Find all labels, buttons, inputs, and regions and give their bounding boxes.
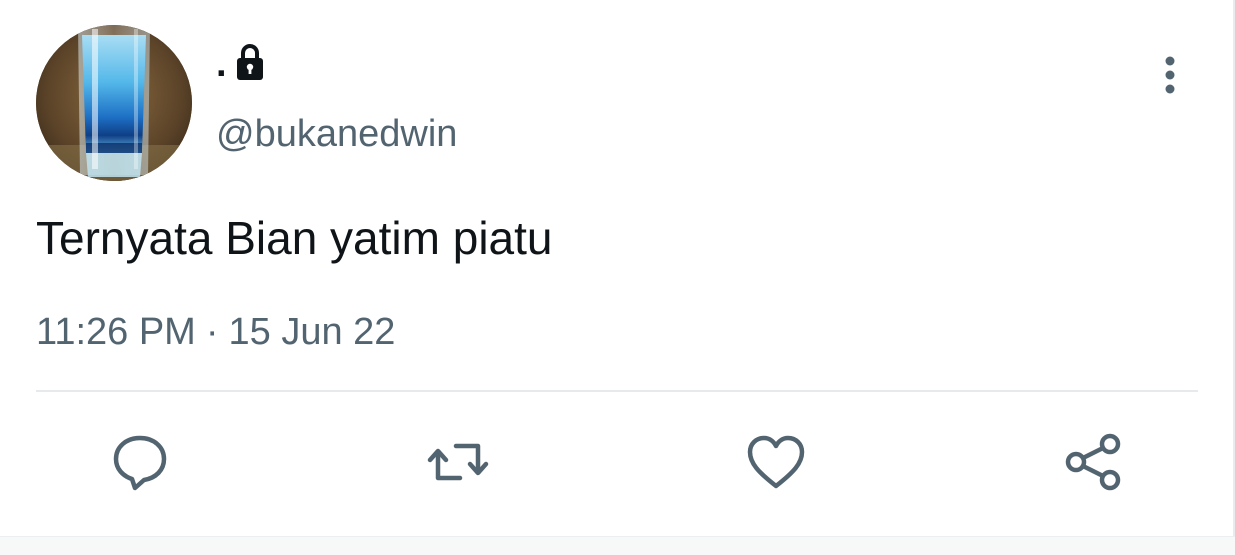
tweet-time: 11:26 PM xyxy=(36,311,196,353)
display-name-row: . xyxy=(216,40,265,84)
tweet-text: Ternyata Bian yatim piatu xyxy=(36,212,553,264)
divider xyxy=(36,390,1198,392)
meta-separator: · xyxy=(205,311,219,353)
like-button[interactable] xyxy=(744,430,808,494)
display-name[interactable]: . xyxy=(216,44,227,84)
more-options-button[interactable] xyxy=(1150,52,1190,98)
tweet-timestamp[interactable]: 11:26 PM · 15 Jun 22 xyxy=(36,310,395,354)
tweet-card: . @bukanedwin Ternyata Bian yatim piatu … xyxy=(0,0,1235,555)
user-handle[interactable]: @bukanedwin xyxy=(216,112,457,156)
heart-icon xyxy=(747,435,805,489)
retweet-button[interactable] xyxy=(426,430,490,494)
bottom-edge xyxy=(0,536,1235,555)
tweet-date: 15 Jun 22 xyxy=(228,311,396,353)
share-icon xyxy=(1065,433,1121,491)
reply-button[interactable] xyxy=(108,430,172,494)
avatar[interactable] xyxy=(36,25,192,181)
avatar-image xyxy=(36,25,192,181)
retweet-icon xyxy=(427,443,489,481)
more-vertical-icon xyxy=(1165,56,1175,94)
lock-icon xyxy=(235,42,265,82)
reply-icon xyxy=(113,435,167,491)
share-button[interactable] xyxy=(1062,430,1126,494)
